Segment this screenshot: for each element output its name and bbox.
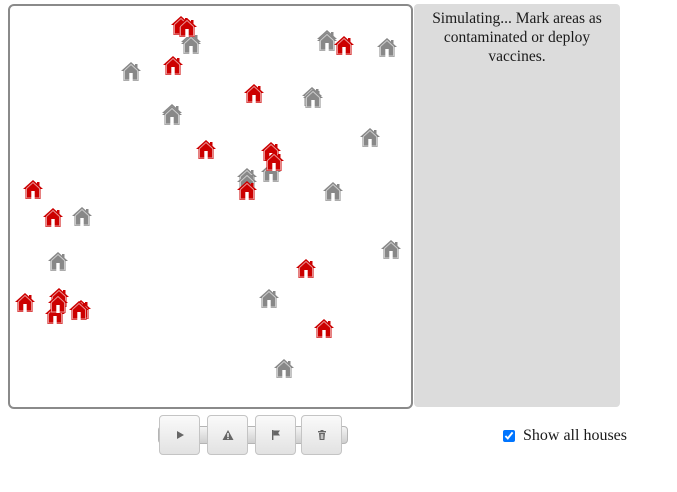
healthy-house[interactable] — [47, 250, 69, 272]
healthy-house[interactable] — [376, 36, 398, 58]
clear-button[interactable] — [301, 415, 342, 455]
healthy-house[interactable] — [161, 104, 183, 126]
play-button[interactable] — [159, 415, 200, 455]
house-icon — [48, 294, 68, 313]
status-message: Simulating... Mark areas as contaminated… — [432, 10, 602, 65]
infected-house[interactable] — [22, 178, 44, 200]
show-all-houses-checkbox[interactable] — [503, 430, 515, 442]
house-icon — [121, 62, 141, 81]
house-icon — [196, 140, 216, 159]
infected-house[interactable] — [176, 16, 198, 38]
infected-house[interactable] — [313, 317, 335, 339]
trash-icon — [317, 430, 326, 440]
house-icon — [334, 36, 354, 55]
house-icon — [237, 181, 257, 200]
warning-icon — [222, 430, 233, 440]
house-icon — [72, 207, 92, 226]
house-icon — [274, 359, 294, 378]
infected-house[interactable] — [47, 292, 69, 314]
infected-house[interactable] — [243, 82, 265, 104]
house-icon — [162, 106, 182, 125]
healthy-house[interactable] — [359, 126, 381, 148]
infected-house[interactable] — [14, 291, 36, 313]
house-icon — [43, 208, 63, 227]
house-icon — [23, 180, 43, 199]
healthy-house[interactable] — [322, 180, 344, 202]
house-icon — [377, 38, 397, 57]
flag-icon — [271, 430, 280, 440]
healthy-house[interactable] — [71, 205, 93, 227]
infected-house[interactable] — [333, 34, 355, 56]
house-icon — [48, 252, 68, 271]
house-icon — [259, 289, 279, 308]
play-icon — [176, 431, 184, 439]
healthy-house[interactable] — [258, 287, 280, 309]
house-icon — [15, 293, 35, 312]
house-icon — [177, 18, 197, 37]
vaccinate-button[interactable] — [255, 415, 296, 455]
healthy-house[interactable] — [380, 238, 402, 260]
house-icon — [264, 152, 284, 171]
house-icon — [381, 240, 401, 259]
infected-house[interactable] — [162, 54, 184, 76]
infected-house[interactable] — [68, 299, 90, 321]
house-icon — [323, 182, 343, 201]
house-icon — [69, 301, 89, 320]
infected-house[interactable] — [236, 179, 258, 201]
house-icon — [360, 128, 380, 147]
healthy-house[interactable] — [120, 60, 142, 82]
infected-house[interactable] — [42, 206, 64, 228]
simulation-map[interactable] — [8, 4, 413, 409]
infected-house[interactable] — [295, 257, 317, 279]
status-panel: Simulating... Mark areas as contaminated… — [414, 4, 620, 407]
toolbar — [158, 415, 348, 455]
house-icon — [244, 84, 264, 103]
infected-house[interactable] — [263, 150, 285, 172]
show-all-houses-label: Show all houses — [523, 427, 627, 444]
house-icon — [303, 89, 323, 108]
house-icon — [314, 319, 334, 338]
show-all-houses-control[interactable]: Show all houses — [503, 426, 627, 446]
contaminate-button[interactable] — [207, 415, 248, 455]
house-icon — [296, 259, 316, 278]
healthy-house[interactable] — [302, 87, 324, 109]
infected-house[interactable] — [195, 138, 217, 160]
healthy-house[interactable] — [273, 357, 295, 379]
house-icon — [163, 56, 183, 75]
